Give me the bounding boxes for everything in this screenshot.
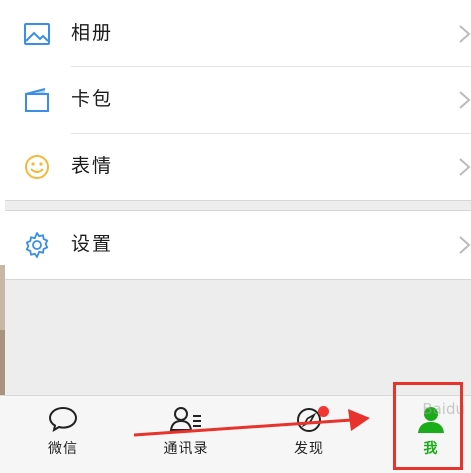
annotation-highlight-box (393, 382, 463, 470)
